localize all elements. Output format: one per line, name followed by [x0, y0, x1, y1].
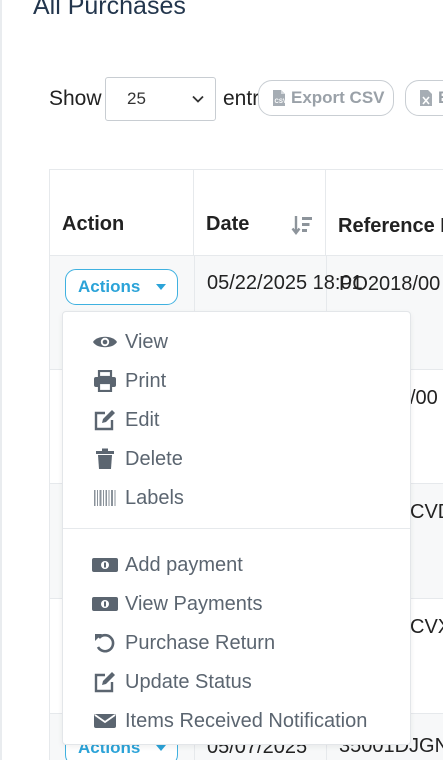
actions-button-label: Actions: [78, 277, 141, 296]
column-header-date-label: Date: [206, 213, 250, 235]
show-label: Show: [49, 87, 102, 110]
menu-item-view[interactable]: View: [91, 326, 168, 358]
menu-item-label: Items Received Notification: [125, 709, 368, 732]
svg-text:CSV: CSV: [275, 99, 287, 105]
menu-item-edit[interactable]: Edit: [91, 404, 159, 436]
sort-desc-icon: [291, 216, 312, 235]
file-excel-icon: [418, 89, 434, 107]
menu-item-update-status[interactable]: Update Status: [91, 666, 252, 698]
menu-divider: [63, 528, 410, 529]
menu-item-label: View: [125, 330, 168, 353]
menu-item-label: Update Status: [125, 670, 252, 693]
export-csv-label: Export CSV: [291, 88, 385, 107]
entries-length-select[interactable]: 25: [105, 77, 216, 121]
edit-icon: [91, 409, 119, 431]
menu-item-label: Edit: [125, 408, 160, 431]
money-icon: [91, 593, 119, 615]
file-csv-icon: CSV: [271, 89, 287, 107]
column-header-action[interactable]: Action: [50, 170, 194, 256]
menu-item-label: Print: [125, 369, 167, 392]
menu-item-print[interactable]: Print: [91, 365, 166, 397]
export-excel-label: E: [438, 88, 443, 108]
money-icon: [91, 554, 119, 576]
undo-icon: [91, 632, 119, 654]
export-csv-button[interactable]: CSV Export CSV: [258, 80, 394, 116]
column-header-action-label: Action: [62, 213, 125, 235]
cell-reference: /00: [410, 387, 438, 409]
barcode-icon: [91, 487, 119, 509]
sidebar-edge: [0, 0, 2, 760]
menu-item-labels[interactable]: Labels: [91, 482, 184, 514]
column-header-date[interactable]: Date: [194, 170, 326, 256]
menu-item-label: View Payments: [125, 592, 263, 615]
export-excel-button[interactable]: E: [405, 80, 443, 116]
actions-dropdown-button[interactable]: Actions: [65, 269, 178, 305]
cell-reference: CVD: [410, 501, 443, 523]
page: All Purchases Show 25 entries CSV Export…: [0, 0, 443, 760]
menu-item-label: Labels: [125, 486, 184, 509]
menu-item-label: Delete: [125, 447, 183, 470]
menu-item-label: Add payment: [125, 553, 243, 576]
caret-down-icon: [156, 284, 167, 290]
menu-item-delete[interactable]: Delete: [91, 443, 183, 475]
entries-length-value: 25: [127, 89, 146, 108]
envelope-icon: [91, 710, 119, 732]
actions-dropdown-menu: View Print Edit Delete Labels Add paymen…: [62, 311, 411, 745]
caret-down-icon: [156, 745, 167, 751]
edit-icon: [91, 671, 119, 693]
menu-item-purchase-return[interactable]: Purchase Return: [91, 627, 275, 659]
cell-reference: PO2018/00: [339, 273, 441, 295]
menu-item-view-payments[interactable]: View Payments: [91, 588, 262, 620]
trash-icon: [91, 448, 119, 470]
menu-item-items-received-notification[interactable]: Items Received Notification: [91, 705, 367, 737]
eye-icon: [91, 331, 119, 353]
print-icon: [91, 370, 119, 392]
page-title: All Purchases: [33, 0, 186, 20]
menu-item-add-payment[interactable]: Add payment: [91, 549, 243, 581]
menu-item-label: Purchase Return: [125, 631, 276, 654]
chevron-down-icon: [192, 95, 204, 103]
column-header-reference-label: Reference No: [338, 215, 443, 237]
cell-reference: CVX: [410, 616, 443, 638]
column-header-reference[interactable]: Reference No: [326, 170, 443, 256]
